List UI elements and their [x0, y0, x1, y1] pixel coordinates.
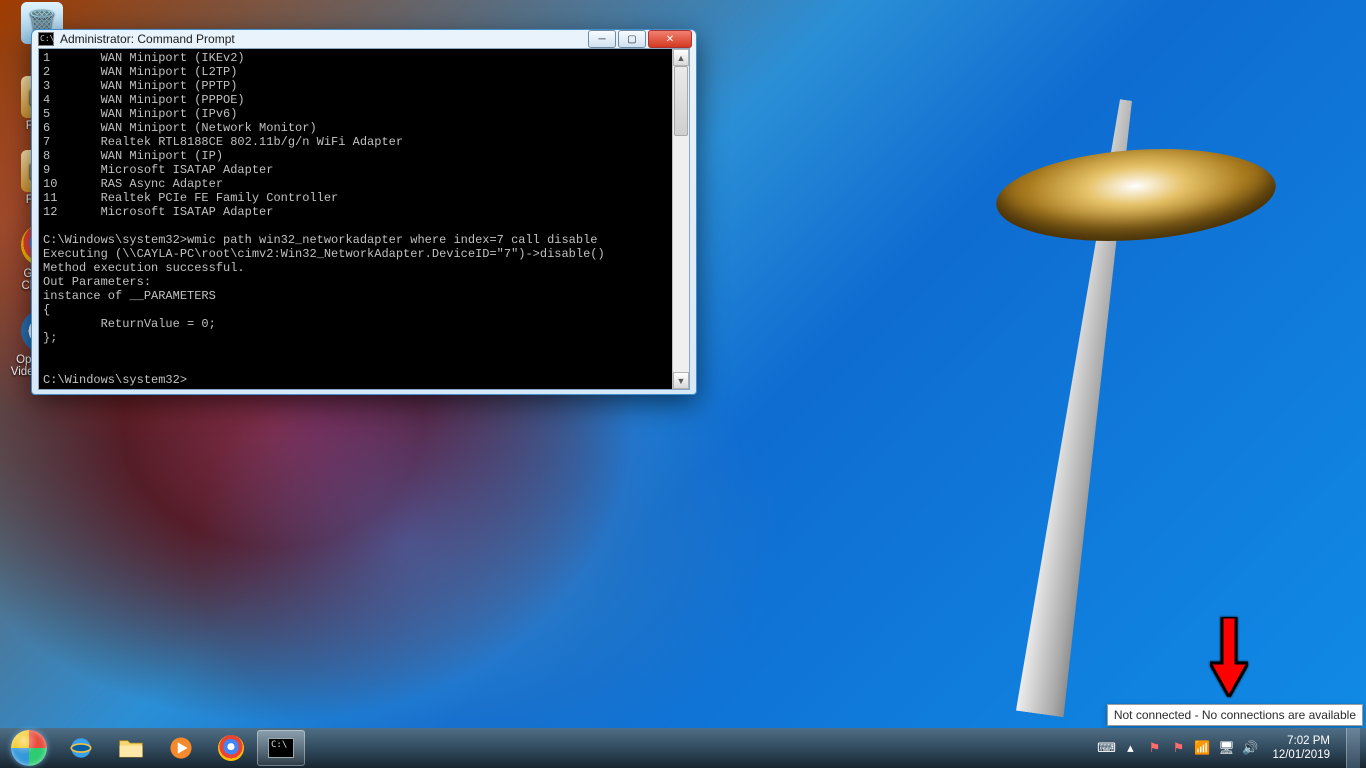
security-icon[interactable]: ⚑: [1170, 740, 1186, 756]
network-tooltip: Not connected - No connections are avail…: [1107, 704, 1363, 726]
taskbar-pin-file-explorer[interactable]: [107, 730, 155, 766]
show-desktop-button[interactable]: [1346, 728, 1360, 768]
annotation-arrow-icon: [1210, 617, 1248, 702]
wallpaper-needle-disc: [993, 140, 1279, 249]
minimize-button[interactable]: ─: [588, 30, 616, 48]
taskbar-pin-internet-explorer[interactable]: [57, 730, 105, 766]
scroll-down-button[interactable]: ▼: [673, 372, 689, 389]
chrome-icon: [218, 735, 244, 761]
internet-explorer-icon: [68, 735, 94, 761]
window-titlebar[interactable]: Administrator: Command Prompt ─ ▢ ✕: [32, 30, 696, 48]
window-client-area: 1 WAN Miniport (IKEv2) 2 WAN Miniport (L…: [38, 48, 690, 390]
scroll-thumb[interactable]: [674, 66, 688, 136]
system-tray: ⌨ ▴ ⚑ ⚑ 📶 🖥 🔊 7:02 PM 12/01/2019: [1098, 728, 1364, 768]
command-prompt-icon: C:\: [268, 738, 294, 758]
network-icon[interactable]: 📶: [1194, 740, 1210, 756]
clock-date: 12/01/2019: [1272, 748, 1330, 762]
file-explorer-icon: [118, 735, 144, 761]
keyboard-icon[interactable]: ⌨: [1098, 740, 1114, 756]
scroll-up-button[interactable]: ▲: [673, 49, 689, 66]
taskbar[interactable]: C:\ ⌨ ▴ ⚑ ⚑ 📶 🖥 🔊 7:02 PM 12/01/2019: [0, 728, 1366, 768]
maximize-button[interactable]: ▢: [618, 30, 646, 48]
action-flag-icon[interactable]: ⚑: [1146, 740, 1162, 756]
start-button[interactable]: [2, 728, 56, 768]
volume-icon[interactable]: 🔊: [1242, 740, 1258, 756]
command-prompt-icon: [38, 32, 54, 46]
taskbar-pin-command-prompt[interactable]: C:\: [257, 730, 305, 766]
taskbar-clock[interactable]: 7:02 PM 12/01/2019: [1266, 734, 1336, 762]
windows-orb-icon: [11, 730, 47, 766]
monitor-icon[interactable]: 🖥: [1218, 740, 1234, 756]
vertical-scrollbar[interactable]: ▲ ▼: [672, 49, 689, 389]
clock-time: 7:02 PM: [1272, 734, 1330, 748]
command-prompt-window[interactable]: Administrator: Command Prompt ─ ▢ ✕ 1 WA…: [31, 29, 697, 395]
close-button[interactable]: ✕: [648, 30, 692, 48]
show-hidden-icons-button[interactable]: ▴: [1122, 740, 1138, 756]
window-controls: ─ ▢ ✕: [588, 30, 692, 48]
taskbar-pin-media-player[interactable]: [157, 730, 205, 766]
media-player-icon: [168, 735, 194, 761]
desktop[interactable]: 🗑️ Red 📦 Fla Ex 📦 Fla Ex Google Chrome O…: [0, 0, 1366, 768]
taskbar-pin-google-chrome[interactable]: [207, 730, 255, 766]
console-output[interactable]: 1 WAN Miniport (IKEv2) 2 WAN Miniport (L…: [39, 49, 672, 389]
window-title: Administrator: Command Prompt: [60, 32, 588, 46]
